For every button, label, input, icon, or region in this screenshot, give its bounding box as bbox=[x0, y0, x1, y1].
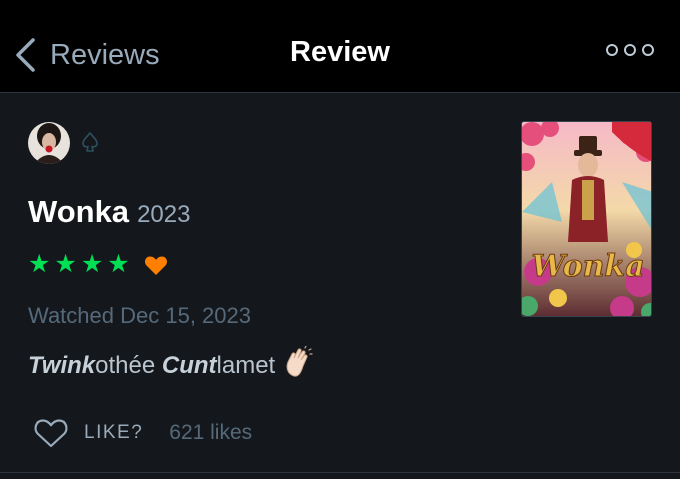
film-heading: Wonka 2023 bbox=[28, 194, 190, 230]
likes-section: LIKE? 621 likes bbox=[34, 418, 252, 448]
likes-count[interactable]: 621 likes bbox=[169, 421, 252, 445]
review-text-part: othée bbox=[95, 351, 162, 379]
heart-outline-icon bbox=[34, 419, 68, 448]
review-text-part: lamet bbox=[216, 351, 276, 379]
more-options-button[interactable] bbox=[606, 44, 654, 56]
avatar[interactable] bbox=[28, 122, 70, 164]
divider bbox=[0, 472, 680, 473]
star-icon: ★ bbox=[80, 250, 104, 278]
film-year[interactable]: 2023 bbox=[137, 201, 190, 229]
nav-bar: Reviews Review bbox=[0, 0, 680, 92]
more-options-icon bbox=[642, 44, 654, 56]
review-text-part: Twink bbox=[28, 351, 96, 379]
spade-icon bbox=[80, 131, 100, 158]
divider bbox=[0, 92, 680, 93]
review-text-part: Cunt bbox=[161, 351, 217, 379]
page-title: Review bbox=[290, 36, 390, 68]
star-icon: ★ bbox=[28, 250, 51, 278]
watched-date: Watched Dec 15, 2023 bbox=[28, 303, 251, 328]
star-icon: ★ bbox=[107, 250, 130, 278]
clapping-hands-emoji bbox=[283, 345, 313, 385]
liked-heart-icon bbox=[144, 256, 167, 275]
star-icon: ★ bbox=[54, 250, 77, 278]
poster-title: Wonka bbox=[531, 249, 644, 284]
film-title[interactable]: Wonka bbox=[28, 194, 129, 230]
rating: ★ ★ ★ ★ bbox=[28, 252, 168, 277]
more-options-icon bbox=[624, 44, 636, 56]
review-text: Twink othée Cunt lamet bbox=[28, 345, 313, 385]
like-button[interactable]: LIKE? bbox=[34, 418, 143, 448]
film-poster[interactable]: Wonka bbox=[521, 121, 652, 317]
more-options-icon bbox=[606, 44, 618, 56]
like-label: LIKE? bbox=[84, 422, 144, 443]
